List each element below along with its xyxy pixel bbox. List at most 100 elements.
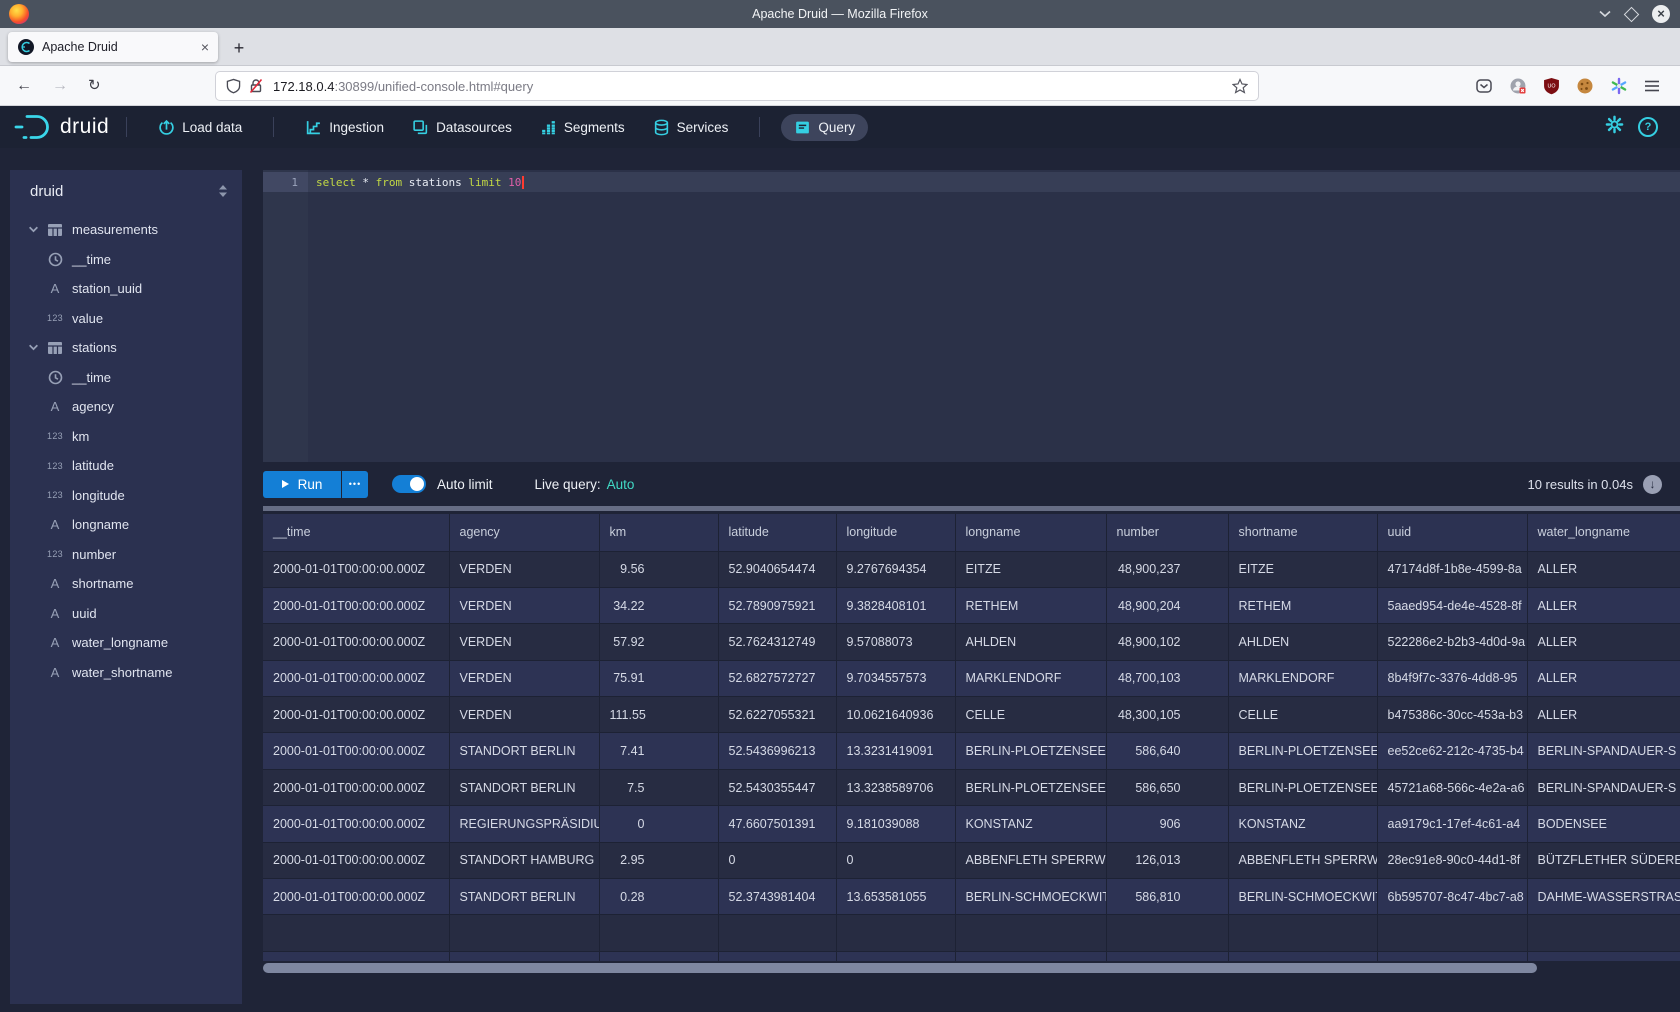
table-cell[interactable]: 586,650	[1106, 769, 1228, 805]
chevron-down-icon[interactable]	[28, 224, 46, 235]
back-button[interactable]: ←	[16, 75, 32, 97]
table-cell[interactable]: DAHME-WASSERSTRAS	[1527, 879, 1680, 915]
table-cell[interactable]: STANDORT HAMBURG	[449, 842, 599, 878]
table-cell[interactable]: 0	[599, 806, 718, 842]
table-cell[interactable]: ABBENFLETH SPERRWER	[955, 842, 1106, 878]
table-cell[interactable]: 13.653581055	[836, 879, 955, 915]
table-cell[interactable]: EITZE	[1228, 551, 1377, 587]
browser-tab[interactable]: Apache Druid ×	[8, 32, 218, 62]
table-cell[interactable]: 906	[1106, 806, 1228, 842]
window-titlebar[interactable]: Apache Druid — Mozilla Firefox ×	[0, 0, 1680, 28]
table-cell[interactable]: 2000-01-01T00:00:00.000Z	[263, 806, 449, 842]
table-cell[interactable]: 9.7034557573	[836, 660, 955, 696]
horizontal-scrollbar-thumb[interactable]	[263, 963, 1537, 973]
table-cell[interactable]: 0	[718, 842, 836, 878]
table-cell[interactable]: 2000-01-01T00:00:00.000Z	[263, 733, 449, 769]
help-icon[interactable]: ?	[1638, 117, 1658, 137]
nav-load-data[interactable]: Load data	[158, 119, 242, 136]
menu-hamburger-icon[interactable]	[1644, 79, 1660, 93]
table-cell[interactable]: 45721a68-566c-4e2a-a6	[1377, 769, 1527, 805]
query-text[interactable]: select * from stations limit 10	[308, 172, 1680, 192]
table-cell[interactable]: STANDORT BERLIN	[449, 733, 599, 769]
url-bar[interactable]: 172.18.0.4:30899/unified-console.html#qu…	[216, 72, 1258, 100]
column-header-__time[interactable]: __time	[263, 514, 449, 551]
account-icon[interactable]	[1509, 77, 1527, 95]
table-cell[interactable]: MARKLENDORF	[1228, 660, 1377, 696]
column-header-uuid[interactable]: uuid	[1377, 514, 1527, 551]
column-header-longname[interactable]: longname	[955, 514, 1106, 551]
tree-item-water_longname[interactable]: Awater_longname	[10, 628, 242, 658]
table-cell[interactable]: BERLIN-SPANDAUER-S	[1527, 733, 1680, 769]
table-cell[interactable]: AHLDEN	[955, 624, 1106, 660]
table-cell[interactable]: ALLER	[1527, 660, 1680, 696]
window-close-icon[interactable]: ×	[1652, 5, 1670, 23]
table-cell[interactable]: 52.6827572727	[718, 660, 836, 696]
table-cell[interactable]: VERDEN	[449, 587, 599, 623]
tree-item-km[interactable]: 123km	[10, 422, 242, 452]
table-cell[interactable]: 47.6607501391	[718, 806, 836, 842]
table-cell[interactable]: 2000-01-01T00:00:00.000Z	[263, 551, 449, 587]
table-cell[interactable]: BERLIN-SCHMOECKWITZ	[955, 879, 1106, 915]
url-text[interactable]: 172.18.0.4:30899/unified-console.html#qu…	[273, 79, 1232, 94]
table-cell[interactable]: 9.3828408101	[836, 587, 955, 623]
table-cell[interactable]: CELLE	[1228, 697, 1377, 733]
auto-limit-toggle[interactable]	[392, 475, 426, 493]
table-cell[interactable]: 52.9040654474	[718, 551, 836, 587]
table-cell[interactable]: MARKLENDORF	[955, 660, 1106, 696]
download-icon[interactable]: ↓	[1643, 475, 1662, 494]
table-cell[interactable]: 2000-01-01T00:00:00.000Z	[263, 624, 449, 660]
schema-caret-icon[interactable]	[218, 184, 228, 198]
table-cell[interactable]: 48,900,102	[1106, 624, 1228, 660]
table-cell[interactable]: 47174d8f-1b8e-4599-8a	[1377, 551, 1527, 587]
table-cell[interactable]: AHLDEN	[1228, 624, 1377, 660]
table-cell[interactable]: 9.2767694354	[836, 551, 955, 587]
table-cell[interactable]: REGIERUNGSPRÄSIDIUM	[449, 806, 599, 842]
table-cell[interactable]: 7.5	[599, 769, 718, 805]
table-cell[interactable]: 48,900,204	[1106, 587, 1228, 623]
window-maximize-icon[interactable]	[1624, 6, 1640, 22]
table-cell[interactable]: 13.3238589706	[836, 769, 955, 805]
table-cell[interactable]: STANDORT BERLIN	[449, 879, 599, 915]
nav-ingestion[interactable]: Ingestion	[305, 119, 384, 136]
table-cell[interactable]: BERLIN-PLOETZENSEE C	[955, 733, 1106, 769]
table-cell[interactable]: b475386c-30cc-453a-b3	[1377, 697, 1527, 733]
table-cell[interactable]: 6b595707-8c47-4bc7-a8	[1377, 879, 1527, 915]
tree-item-value[interactable]: 123value	[10, 304, 242, 334]
settings-gear-icon[interactable]	[1605, 115, 1624, 139]
column-header-water_longname[interactable]: water_longname	[1527, 514, 1680, 551]
table-cell[interactable]: VERDEN	[449, 551, 599, 587]
table-cell[interactable]: 9.181039088	[836, 806, 955, 842]
table-cell[interactable]: 9.57088073	[836, 624, 955, 660]
nav-datasources[interactable]: Datasources	[412, 119, 512, 136]
table-cell[interactable]: VERDEN	[449, 697, 599, 733]
table-cell[interactable]: 28ec91e8-90c0-44d1-8f	[1377, 842, 1527, 878]
table-cell[interactable]: 48,700,103	[1106, 660, 1228, 696]
table-cell[interactable]: 48,300,105	[1106, 697, 1228, 733]
table-cell[interactable]: 52.3743981404	[718, 879, 836, 915]
table-cell[interactable]: ALLER	[1527, 697, 1680, 733]
tree-item-longitude[interactable]: 123longitude	[10, 481, 242, 511]
table-cell[interactable]: 57.92	[599, 624, 718, 660]
tree-item-water_shortname[interactable]: Awater_shortname	[10, 658, 242, 688]
live-query-value[interactable]: Auto	[607, 477, 635, 492]
druid-logo[interactable]: druid	[14, 114, 109, 140]
table-cell[interactable]: BODENSEE	[1527, 806, 1680, 842]
tree-item-shortname[interactable]: Ashortname	[10, 569, 242, 599]
table-cell[interactable]: 52.7624312749	[718, 624, 836, 660]
tree-item-stations[interactable]: stations	[10, 333, 242, 363]
tree-item-__time[interactable]: __time	[10, 245, 242, 275]
table-cell[interactable]: 2000-01-01T00:00:00.000Z	[263, 697, 449, 733]
tree-item-number[interactable]: 123number	[10, 540, 242, 570]
nav-services[interactable]: Services	[653, 119, 729, 136]
table-cell[interactable]: 8b4f9f7c-3376-4dd8-95	[1377, 660, 1527, 696]
table-cell[interactable]: 2.95	[599, 842, 718, 878]
run-button[interactable]: Run	[263, 471, 341, 498]
table-cell[interactable]: 111.55	[599, 697, 718, 733]
window-minimize-icon[interactable]	[1599, 10, 1611, 18]
table-cell[interactable]: VERDEN	[449, 660, 599, 696]
table-cell[interactable]: CELLE	[955, 697, 1106, 733]
tree-item-agency[interactable]: Aagency	[10, 392, 242, 422]
extension-asterisk-icon[interactable]	[1610, 77, 1628, 95]
reload-button[interactable]: ↻	[88, 75, 101, 97]
table-cell[interactable]: 48,900,237	[1106, 551, 1228, 587]
